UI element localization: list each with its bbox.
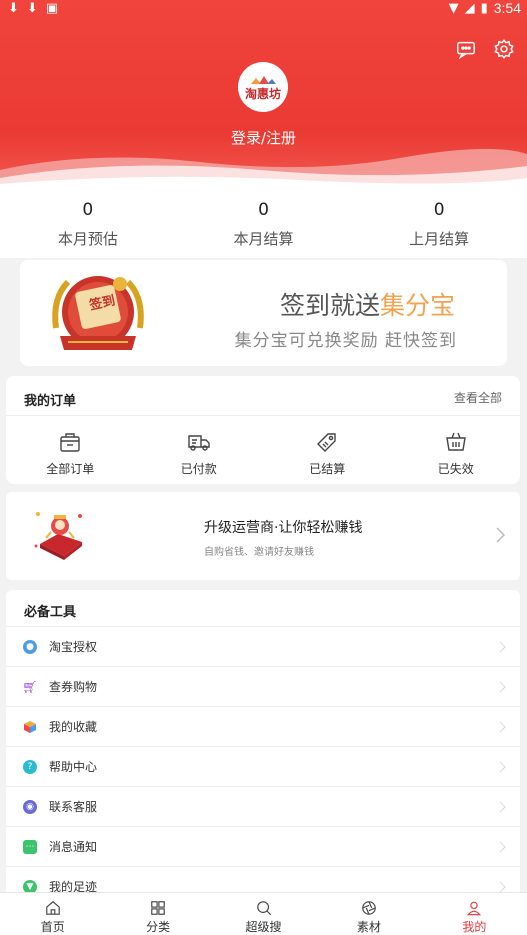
upgrade-operator-card[interactable]: 升级运营商·让你轻松赚钱 自购省钱、邀请好友赚钱	[6, 492, 520, 580]
tool-customer-service[interactable]: ◉ 联系客服	[6, 787, 520, 827]
tab-super-search[interactable]: 超级搜	[211, 893, 316, 935]
order-label: 已结算	[309, 462, 346, 476]
settings-icon[interactable]	[493, 38, 515, 60]
tab-label: 我的	[462, 920, 487, 934]
chevron-right-icon	[496, 527, 506, 543]
order-settled[interactable]: 已结算	[263, 416, 392, 484]
order-label: 已付款	[180, 462, 217, 476]
tool-notifications[interactable]: ⋯ 消息通知	[6, 827, 520, 867]
signin-title-highlight: 集分宝	[379, 291, 455, 320]
header-wave	[0, 148, 527, 190]
stat-month-settled[interactable]: 0 本月结算	[176, 190, 352, 258]
tab-label: 分类	[146, 920, 171, 934]
search-icon	[256, 901, 271, 916]
tool-taobao-auth[interactable]: ● 淘宝授权	[6, 627, 520, 667]
tab-materials[interactable]: 素材	[316, 893, 421, 935]
order-paid[interactable]: 已付款	[135, 416, 264, 484]
basket-icon	[445, 432, 466, 451]
logo-text: 淘惠坊	[244, 86, 281, 101]
logo-houses-icon	[251, 75, 276, 84]
cart-icon: 🛒︎	[22, 679, 38, 694]
wifi-icon: ▼	[448, 0, 459, 16]
upgrade-title: 升级运营商·让你轻松赚钱	[204, 520, 363, 536]
tool-label: 淘宝授权	[49, 640, 98, 654]
tool-label: 消息通知	[49, 840, 98, 854]
tab-label: 首页	[40, 920, 65, 934]
download-icon: ⬇	[8, 0, 19, 16]
order-label: 已失效	[437, 462, 474, 476]
tool-help-center[interactable]: ? 帮助中心	[6, 747, 520, 787]
chevron-right-icon	[499, 801, 506, 813]
cube-icon	[24, 720, 36, 733]
signin-title-prefix: 签到就送	[279, 291, 380, 320]
chevron-right-icon	[499, 841, 506, 853]
signin-title: 签到就送集分宝	[280, 286, 455, 322]
tool-favorites[interactable]: 我的收藏	[6, 707, 520, 747]
bag-icon	[60, 433, 80, 452]
chevron-right-icon	[499, 761, 506, 773]
chevron-right-icon	[499, 721, 506, 733]
stat-label: 上月结算	[409, 230, 470, 248]
tab-label: 素材	[356, 920, 381, 934]
tab-category[interactable]: 分类	[105, 893, 210, 935]
profile-header: ⬇ ⬇ ▣ ▼ ◢ ▮ 3:54 淘惠坊 登录/注册	[0, 0, 527, 190]
signin-banner[interactable]: 签到 签到就送集分宝 集分宝可兑换奖励 赶快签到	[20, 260, 507, 366]
app-notification-icon: ▣	[45, 0, 59, 16]
signin-badge-icon: 签到	[52, 276, 144, 350]
stat-month-estimate[interactable]: 0 本月预估	[0, 190, 176, 258]
status-bar: ⬇ ⬇ ▣ ▼ ◢ ▮ 3:54	[0, 0, 527, 16]
battery-icon: ▮	[480, 0, 488, 16]
category-icon	[151, 901, 165, 915]
tab-home[interactable]: 首页	[0, 893, 105, 935]
tab-label: 超级搜	[245, 920, 282, 934]
stat-value: 0	[433, 200, 445, 220]
order-label: 全部订单	[46, 462, 95, 476]
app-logo: 淘惠坊	[238, 62, 288, 112]
status-time: 3:54	[493, 0, 521, 16]
signal-icon: ◢	[464, 0, 475, 16]
stat-value: 0	[258, 200, 269, 220]
stat-last-month-settled[interactable]: 0 上月结算	[351, 190, 527, 258]
earnings-stats: 0 本月预估 0 本月结算 0 上月结算	[0, 190, 527, 258]
upgrade-subtitle: 自购省钱、邀请好友赚钱	[204, 547, 314, 558]
tag-icon	[317, 433, 336, 452]
gift-illustration-icon	[34, 512, 82, 560]
home-icon	[45, 901, 60, 915]
service-icon: ◉	[23, 799, 37, 814]
stat-label: 本月预估	[57, 230, 118, 248]
aperture-icon	[362, 901, 376, 915]
my-orders-card: 我的订单 查看全部 全部订单 已付款 已结算 已失效	[6, 376, 520, 484]
tool-label: 我的收藏	[49, 720, 98, 734]
message-icon[interactable]	[455, 38, 477, 60]
view-all-orders-link[interactable]: 查看全部	[454, 389, 502, 406]
stat-value: 0	[82, 200, 94, 220]
tool-label: 帮助中心	[49, 760, 98, 774]
chevron-right-icon	[499, 641, 506, 653]
user-icon	[467, 901, 482, 916]
tool-label: 联系客服	[49, 800, 98, 814]
tools-title: 必备工具	[6, 590, 520, 627]
chevron-right-icon	[499, 681, 506, 693]
orders-title: 我的订单	[24, 394, 77, 409]
order-all[interactable]: 全部订单	[6, 416, 135, 484]
bottom-tab-bar: 首页 分类 超级搜 素材 我的	[0, 892, 527, 935]
help-icon: ?	[23, 759, 37, 774]
essential-tools-card: 必备工具 ● 淘宝授权 🛒︎ 查券购物 我的收藏 ? 帮助中心 ◉ 联系客服 ⋯…	[6, 590, 520, 900]
message-icon: ⋯	[23, 839, 37, 854]
order-invalid[interactable]: 已失效	[392, 416, 521, 484]
download-icon: ⬇	[26, 0, 38, 16]
lock-icon: ●	[23, 639, 37, 654]
tab-mine[interactable]: 我的	[422, 893, 527, 935]
truck-icon	[188, 435, 210, 451]
tool-coupon-shopping[interactable]: 🛒︎ 查券购物	[6, 667, 520, 707]
stat-label: 本月结算	[233, 230, 294, 248]
tool-label: 查券购物	[49, 680, 98, 694]
signin-subtitle: 集分宝可兑换奖励 赶快签到	[234, 331, 457, 351]
